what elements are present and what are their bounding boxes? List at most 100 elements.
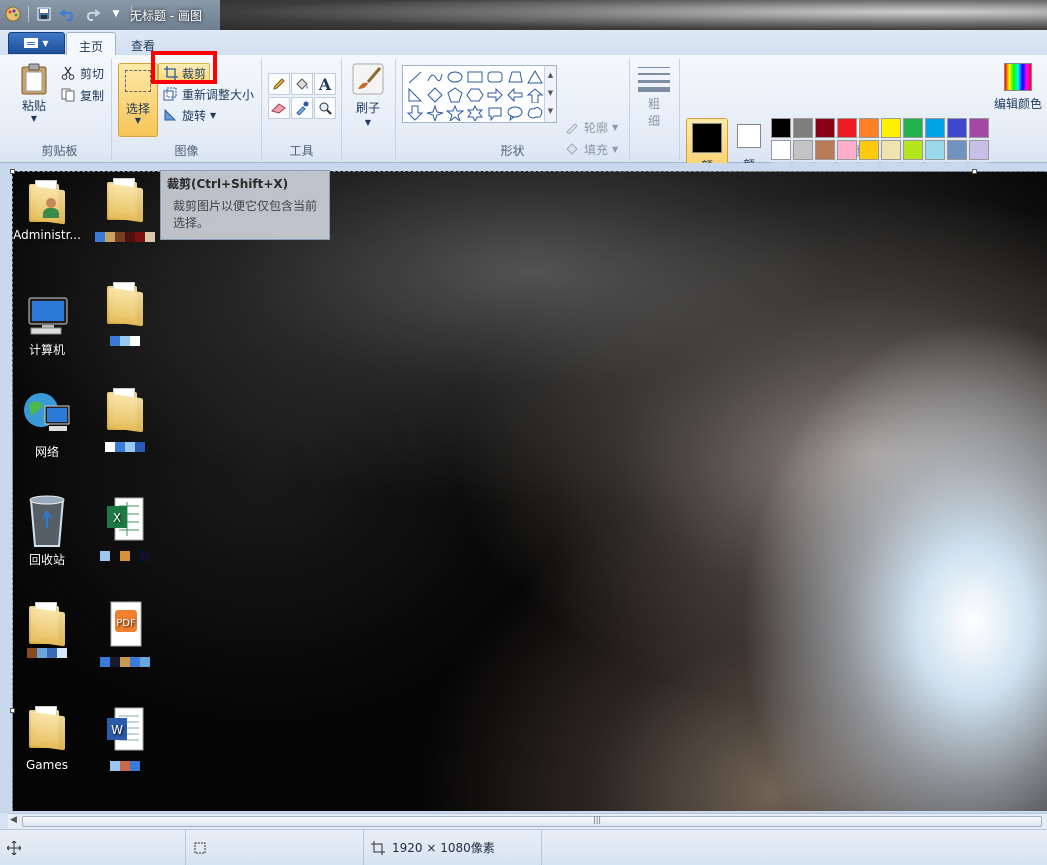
shapes-gallery: ▲ ▼ ▼ [402,65,557,123]
rounded-callout-icon[interactable] [485,104,505,122]
diamond-shape-icon[interactable] [425,86,445,104]
color-picker-icon[interactable] [291,97,313,119]
brushes-dropdown-icon[interactable]: ▼ [365,118,371,127]
up-arrow-shape-icon[interactable] [525,86,545,104]
palette-swatch[interactable] [903,140,923,160]
customize-toolbar-chevron-icon[interactable]: ▼ [107,5,125,23]
excel-file-icon: X [107,497,144,541]
polygon-shape-icon[interactable] [505,68,525,86]
hexagon-shape-icon[interactable] [465,86,485,104]
desktop-icon-computer: 计算机 [7,294,87,358]
tooltip-body-line1: 裁剪图片以便它仅包含当前 [173,199,318,213]
cut-label: 剪切 [80,66,105,81]
line-size-icon [638,67,670,92]
resize-handle[interactable] [10,169,15,174]
folder-icon [107,282,143,327]
desktop-icon-label: 计算机 [28,343,65,357]
cut-button[interactable]: 剪切 [60,63,104,83]
palette-swatch[interactable] [881,140,901,160]
palette-swatch[interactable] [771,118,791,138]
resize-handle[interactable] [972,169,977,174]
brushes-button[interactable]: 刷子 ▼ [348,63,388,127]
tab-home[interactable]: 主页 [66,32,117,57]
left-arrow-shape-icon[interactable] [505,86,525,104]
chevron-down-icon: ▼ [42,38,49,48]
rectangle-shape-icon[interactable] [465,68,485,86]
palette-swatch[interactable] [771,140,791,160]
palette-swatch[interactable] [969,140,989,160]
line-shape-icon[interactable] [405,68,425,86]
palette-swatch[interactable] [903,118,923,138]
rotate-dropdown-icon[interactable]: ▼ [210,111,216,120]
palette-swatch[interactable] [815,118,835,138]
rounded-rectangle-shape-icon[interactable] [485,68,505,86]
horizontal-scrollbar[interactable]: ◀ ||| [8,813,1047,829]
copy-button[interactable]: 复制 [60,85,104,105]
triangle-shape-icon[interactable] [525,68,545,86]
edit-colors-button[interactable]: 编辑颜色 [992,63,1044,112]
select-dropdown-icon[interactable]: ▼ [119,116,157,125]
palette-swatch[interactable] [793,118,813,138]
right-arrow-shape-icon[interactable] [485,86,505,104]
clipboard-group: 粘贴 ▼ 剪切 复制 剪贴板 [8,59,112,161]
crop-highlight-box [151,51,217,84]
save-icon[interactable] [35,5,53,23]
shapes-scrollbar[interactable]: ▲ ▼ ▼ [544,66,556,122]
undo-icon[interactable] [59,5,77,23]
svg-text:PDF: PDF [116,618,136,629]
five-point-star-icon[interactable] [445,104,465,122]
outline-label: 轮廓 [584,120,609,135]
paint-app-icon[interactable] [4,5,22,23]
text-icon[interactable]: A [314,73,336,95]
image-size-icon [370,840,386,856]
brushes-group: 刷子 ▼ [342,59,396,161]
rotate-button[interactable]: 旋转 ▼ [162,105,216,125]
right-triangle-shape-icon[interactable] [405,86,425,104]
palette-swatch[interactable] [925,140,945,160]
fill-bucket-icon [564,141,580,157]
palette-swatch[interactable] [881,118,901,138]
pentagon-shape-icon[interactable] [445,86,465,104]
pixelated-label [85,761,165,771]
cloud-callout-icon[interactable] [525,104,545,122]
outline-button[interactable]: 轮廓 ▼ [564,117,618,137]
palette-swatch[interactable] [969,118,989,138]
quick-access-toolbar: ▼ [4,5,132,23]
oval-shape-icon[interactable] [445,68,465,86]
palette-swatch[interactable] [859,118,879,138]
copy-icon [60,87,76,103]
resize-button[interactable]: 重新调整大小 [162,84,254,104]
curve-shape-icon[interactable] [425,68,445,86]
redo-icon[interactable] [83,5,101,23]
palette-swatch[interactable] [793,140,813,160]
palette-swatch[interactable] [925,118,945,138]
paste-button[interactable]: 粘贴 ▼ [14,63,54,123]
select-rectangle-icon [125,70,151,92]
fill-button[interactable]: 填充 ▼ [564,139,618,159]
oval-callout-icon[interactable] [505,104,525,122]
scrollbar-thumb[interactable] [22,816,1042,827]
canvas-image[interactable]: Administr... 计算机 网络 回收站 Games X PDF W [12,171,1047,811]
six-point-star-icon[interactable] [465,104,485,122]
resize-handle[interactable] [10,708,15,713]
four-point-star-icon[interactable] [425,104,445,122]
palette-swatch[interactable] [815,140,835,160]
fill-with-color-icon[interactable] [291,73,313,95]
palette-swatch[interactable] [947,140,967,160]
paint-menu-button[interactable]: ▼ [8,32,65,54]
palette-swatch[interactable] [837,118,857,138]
outline-pen-icon [564,119,580,135]
eraser-icon[interactable] [268,97,290,119]
pencil-icon[interactable] [268,73,290,95]
magnifier-icon[interactable] [314,97,336,119]
size-button[interactable]: 粗 细 [636,65,672,129]
down-arrow-shape-icon[interactable] [405,104,425,122]
edit-colors-label: 编辑颜色 [993,97,1042,111]
crop-tooltip: 裁剪(Ctrl+Shift+X) 裁剪图片以便它仅包含当前 选择。 [160,170,330,240]
desktop-icon-excel-file: X [85,496,165,561]
paste-dropdown-icon[interactable]: ▼ [31,114,37,123]
scroll-left-arrow-icon[interactable]: ◀ [10,815,17,825]
palette-swatch[interactable] [859,140,879,160]
palette-swatch[interactable] [947,118,967,138]
palette-swatch[interactable] [837,140,857,160]
